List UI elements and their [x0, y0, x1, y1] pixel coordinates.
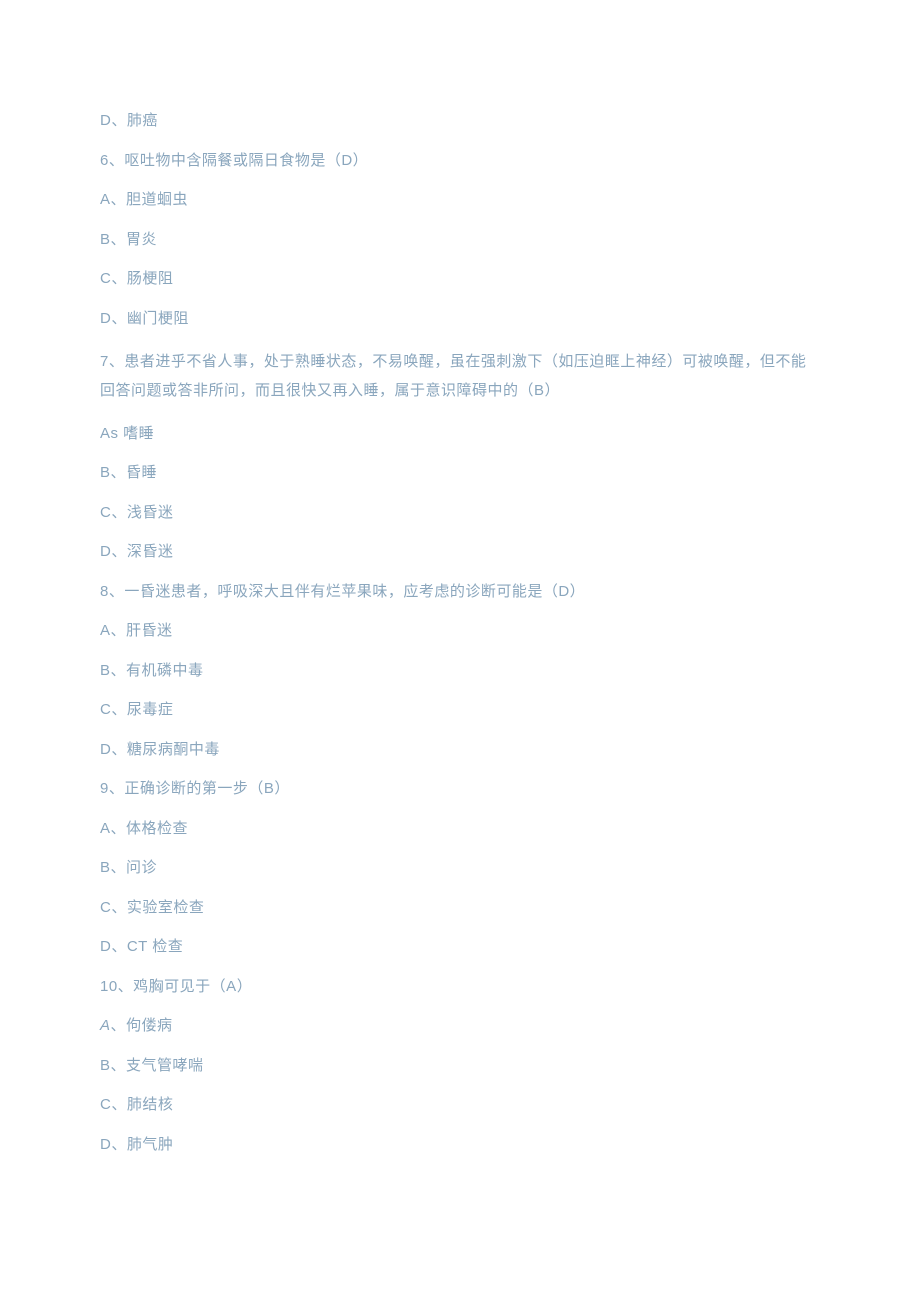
text-line: B、有机磷中毒	[100, 660, 820, 683]
text-line: D、幽门梗阻	[100, 308, 820, 331]
text-line: C、肠梗阻	[100, 268, 820, 291]
text-line: D、肺癌	[100, 110, 820, 133]
text-line: B、支气管哮喘	[100, 1055, 820, 1078]
text-line: B、胃炎	[100, 229, 820, 252]
text-line: D、深昏迷	[100, 541, 820, 564]
option-text: 、佝偻病	[111, 1017, 173, 1034]
text-line: 8、一昏迷患者，呼吸深大且伴有烂苹果味，应考虑的诊断可能是（D）	[100, 581, 820, 604]
text-line: 6、呕吐物中含隔餐或隔日食物是（D）	[100, 150, 820, 173]
text-line: 9、正确诊断的第一步（B）	[100, 778, 820, 801]
text-line: As 嗜睡	[100, 423, 820, 446]
text-line: 7、患者进乎不省人事，处于熟睡状态，不易唤醒，虽在强刺激下（如压迫眶上神经）可被…	[100, 347, 820, 406]
text-line: B、问诊	[100, 857, 820, 880]
text-line: 10、鸡胸可见于（A）	[100, 976, 820, 999]
text-line: D、肺气肿	[100, 1134, 820, 1157]
document-body: D、肺癌 6、呕吐物中含隔餐或隔日食物是（D） A、胆道蛔虫 B、胃炎 C、肠梗阻 D、幽…	[100, 110, 820, 1156]
text-line: C、实验室检查	[100, 897, 820, 920]
option-prefix: A	[100, 1017, 111, 1034]
text-line: A、胆道蛔虫	[100, 189, 820, 212]
text-line: C、肺结核	[100, 1094, 820, 1117]
text-line: A、佝偻病	[100, 1015, 820, 1038]
text-line: B、昏睡	[100, 462, 820, 485]
text-line: A、体格检查	[100, 818, 820, 841]
text-line: D、糖尿病酮中毒	[100, 739, 820, 762]
text-line: D、CT 检查	[100, 936, 820, 959]
text-line: C、浅昏迷	[100, 502, 820, 525]
text-line: C、尿毒症	[100, 699, 820, 722]
text-line: A、肝昏迷	[100, 620, 820, 643]
